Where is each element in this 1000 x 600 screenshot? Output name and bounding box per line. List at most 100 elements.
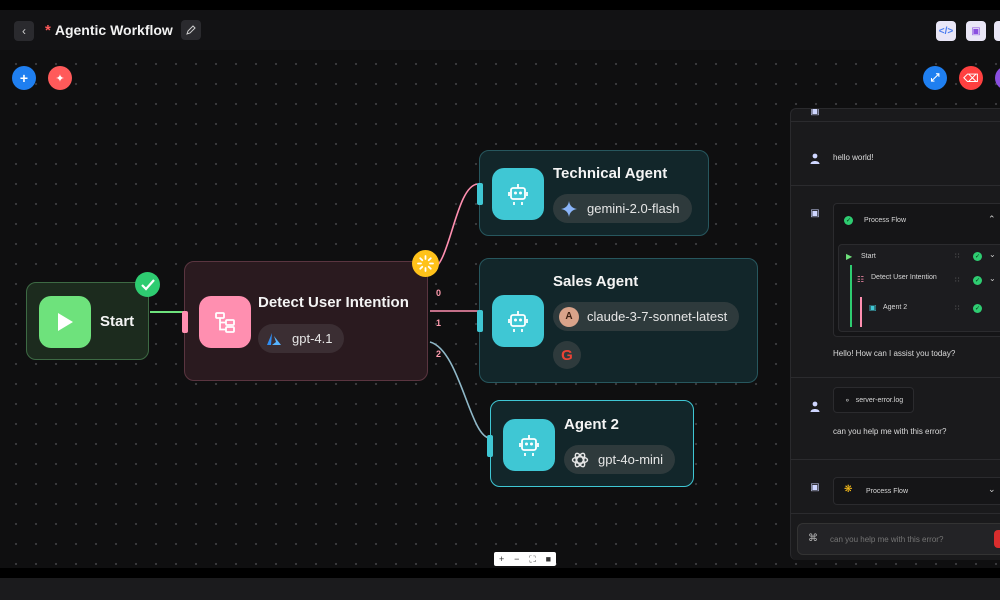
- zoom-controls: + − ⛶ ■: [494, 552, 556, 566]
- success-icon: ✓: [973, 276, 982, 285]
- model-name: gpt-4.1: [292, 331, 333, 346]
- fit-icon[interactable]: ⛶: [529, 554, 535, 565]
- model-pill[interactable]: A claude-3-7-sonnet-latest: [553, 302, 740, 331]
- success-check-icon: [135, 272, 160, 297]
- model-pill[interactable]: gpt-4.1: [258, 324, 345, 353]
- chat-input[interactable]: [830, 532, 980, 546]
- drag-icon[interactable]: ∷: [955, 277, 962, 284]
- gemini-icon: [559, 199, 579, 219]
- divider: [791, 121, 1000, 122]
- taskbar-strip: [0, 578, 1000, 600]
- google-provider-button[interactable]: G: [553, 341, 581, 369]
- input-handle[interactable]: [477, 310, 483, 332]
- flow-step-agent2: Agent 2: [883, 304, 908, 311]
- node-title: Sales Agent: [553, 273, 639, 290]
- input-handle[interactable]: [182, 311, 188, 333]
- code-icon: </>: [938, 25, 954, 37]
- drag-icon[interactable]: ∷: [955, 305, 962, 312]
- lock-icon[interactable]: ■: [546, 554, 551, 564]
- success-icon: ✓: [844, 216, 853, 225]
- input-handle[interactable]: [477, 183, 483, 205]
- azure-icon: [264, 329, 284, 349]
- top-bar: ‹ * Agentic Workflow </> ▣: [0, 10, 1000, 50]
- model-pill[interactable]: gpt-4o-mini: [564, 445, 676, 474]
- page-title: Agentic Workflow: [54, 22, 173, 38]
- user-message: hello world!: [833, 153, 874, 162]
- save-button[interactable]: ▣: [966, 21, 986, 41]
- robot-icon: [492, 295, 544, 347]
- attachment-name: server-error.log: [855, 396, 904, 404]
- edge-label-1: 1: [436, 318, 442, 328]
- drag-icon[interactable]: ∷: [955, 253, 962, 260]
- google-icon: G: [561, 346, 573, 364]
- start-node-label: Start: [100, 313, 135, 330]
- detect-intention-node[interactable]: Detect User Intention gpt-4.1: [182, 261, 428, 381]
- chat-input-box[interactable]: ⌘: [797, 523, 1000, 555]
- attachment-chip[interactable]: ⚬ server-error.log: [833, 387, 915, 413]
- technical-agent-node[interactable]: Technical Agent gemini-2.0-flash: [477, 150, 709, 236]
- app-window: ‹ * Agentic Workflow </> ▣ + ✦ ⤢ ⌫ 0 1 2: [0, 10, 1000, 568]
- flow-connector: [860, 297, 862, 327]
- edge-label-2: 2: [436, 349, 442, 359]
- bot-avatar-icon: ▣: [810, 108, 820, 117]
- tree-icon: [199, 296, 251, 348]
- robot-icon: [492, 168, 544, 220]
- assistant-message: Hello! How can I assist you today?: [833, 349, 956, 358]
- file-icon: ⚬: [844, 395, 851, 405]
- divider: [791, 185, 1000, 186]
- play-icon: [39, 296, 91, 348]
- model-name: claude-3-7-sonnet-latest: [587, 309, 728, 324]
- process-flow-label: Process Flow: [866, 488, 909, 495]
- save-icon: ▣: [971, 25, 981, 37]
- process-flow-panel-collapsed[interactable]: ❋ Process Flow ⌄: [833, 477, 1000, 505]
- divider: [791, 513, 1000, 514]
- user-avatar-icon: [809, 400, 821, 412]
- model-pill[interactable]: gemini-2.0-flash: [553, 194, 692, 223]
- success-icon: ✓: [973, 252, 982, 261]
- paperclip-icon[interactable]: ⌘: [808, 533, 818, 544]
- zoom-in-icon[interactable]: +: [499, 554, 504, 564]
- code-view-button[interactable]: </>: [936, 21, 956, 41]
- loading-spinner-icon: ❋: [844, 484, 853, 495]
- flow-connector: [850, 265, 852, 327]
- workflow-title: * Agentic Workflow: [45, 20, 201, 40]
- loading-spinner-icon: [412, 250, 439, 277]
- input-handle[interactable]: [487, 435, 493, 457]
- anthropic-icon: A: [559, 306, 579, 327]
- sales-agent-node[interactable]: Sales Agent A claude-3-7-sonnet-latest G: [477, 258, 758, 383]
- process-flow-panel[interactable]: ✓ Process Flow ⌃ ▶ Start ∷ ✓ ⌄ ☷ Detect …: [833, 203, 1000, 337]
- node-title: Agent 2: [564, 416, 620, 433]
- chevron-down-icon[interactable]: ⌄: [988, 484, 996, 495]
- divider: [791, 377, 1000, 378]
- agent-2-node[interactable]: Agent 2 gpt-4o-mini: [487, 400, 694, 487]
- play-icon: ▶: [846, 252, 853, 261]
- divider: [791, 459, 1000, 460]
- chevron-up-icon[interactable]: ⌃: [988, 214, 996, 225]
- back-button[interactable]: ‹: [14, 21, 34, 41]
- model-name: gpt-4o-mini: [598, 452, 664, 467]
- robot-icon: [503, 419, 555, 471]
- more-button[interactable]: [994, 21, 1000, 41]
- pencil-icon: [186, 25, 196, 35]
- chevron-down-icon[interactable]: ⌄: [989, 250, 996, 259]
- chevron-down-icon[interactable]: ⌄: [989, 274, 996, 283]
- flow-steps-list: ▶ Start ∷ ✓ ⌄ ☷ Detect User Intention ∷ …: [838, 244, 1000, 332]
- user-message: can you help me with this error?: [833, 427, 947, 436]
- model-name: gemini-2.0-flash: [587, 201, 680, 216]
- robot-icon: ▣: [869, 303, 877, 312]
- flow-step-detect: Detect User Intention: [871, 274, 937, 281]
- zoom-out-icon[interactable]: −: [514, 554, 519, 564]
- tree-icon: ☷: [857, 275, 865, 284]
- node-title: Technical Agent: [553, 165, 668, 182]
- edge-label-0: 0: [436, 288, 442, 298]
- unsaved-marker: *: [45, 21, 51, 39]
- bot-avatar-icon: ▣: [810, 481, 820, 493]
- edit-title-button[interactable]: [180, 20, 201, 40]
- chevron-left-icon: ‹: [22, 24, 26, 38]
- process-flow-label: Process Flow: [864, 217, 907, 224]
- start-node[interactable]: Start: [26, 282, 149, 360]
- send-button[interactable]: [994, 530, 1000, 548]
- flow-step-start: Start: [861, 253, 876, 260]
- node-title: Detect User Intention: [258, 294, 409, 311]
- chat-panel: ▣ hello world! ▣ ✓ Process Flow ⌃ ▶ Star…: [790, 108, 1000, 560]
